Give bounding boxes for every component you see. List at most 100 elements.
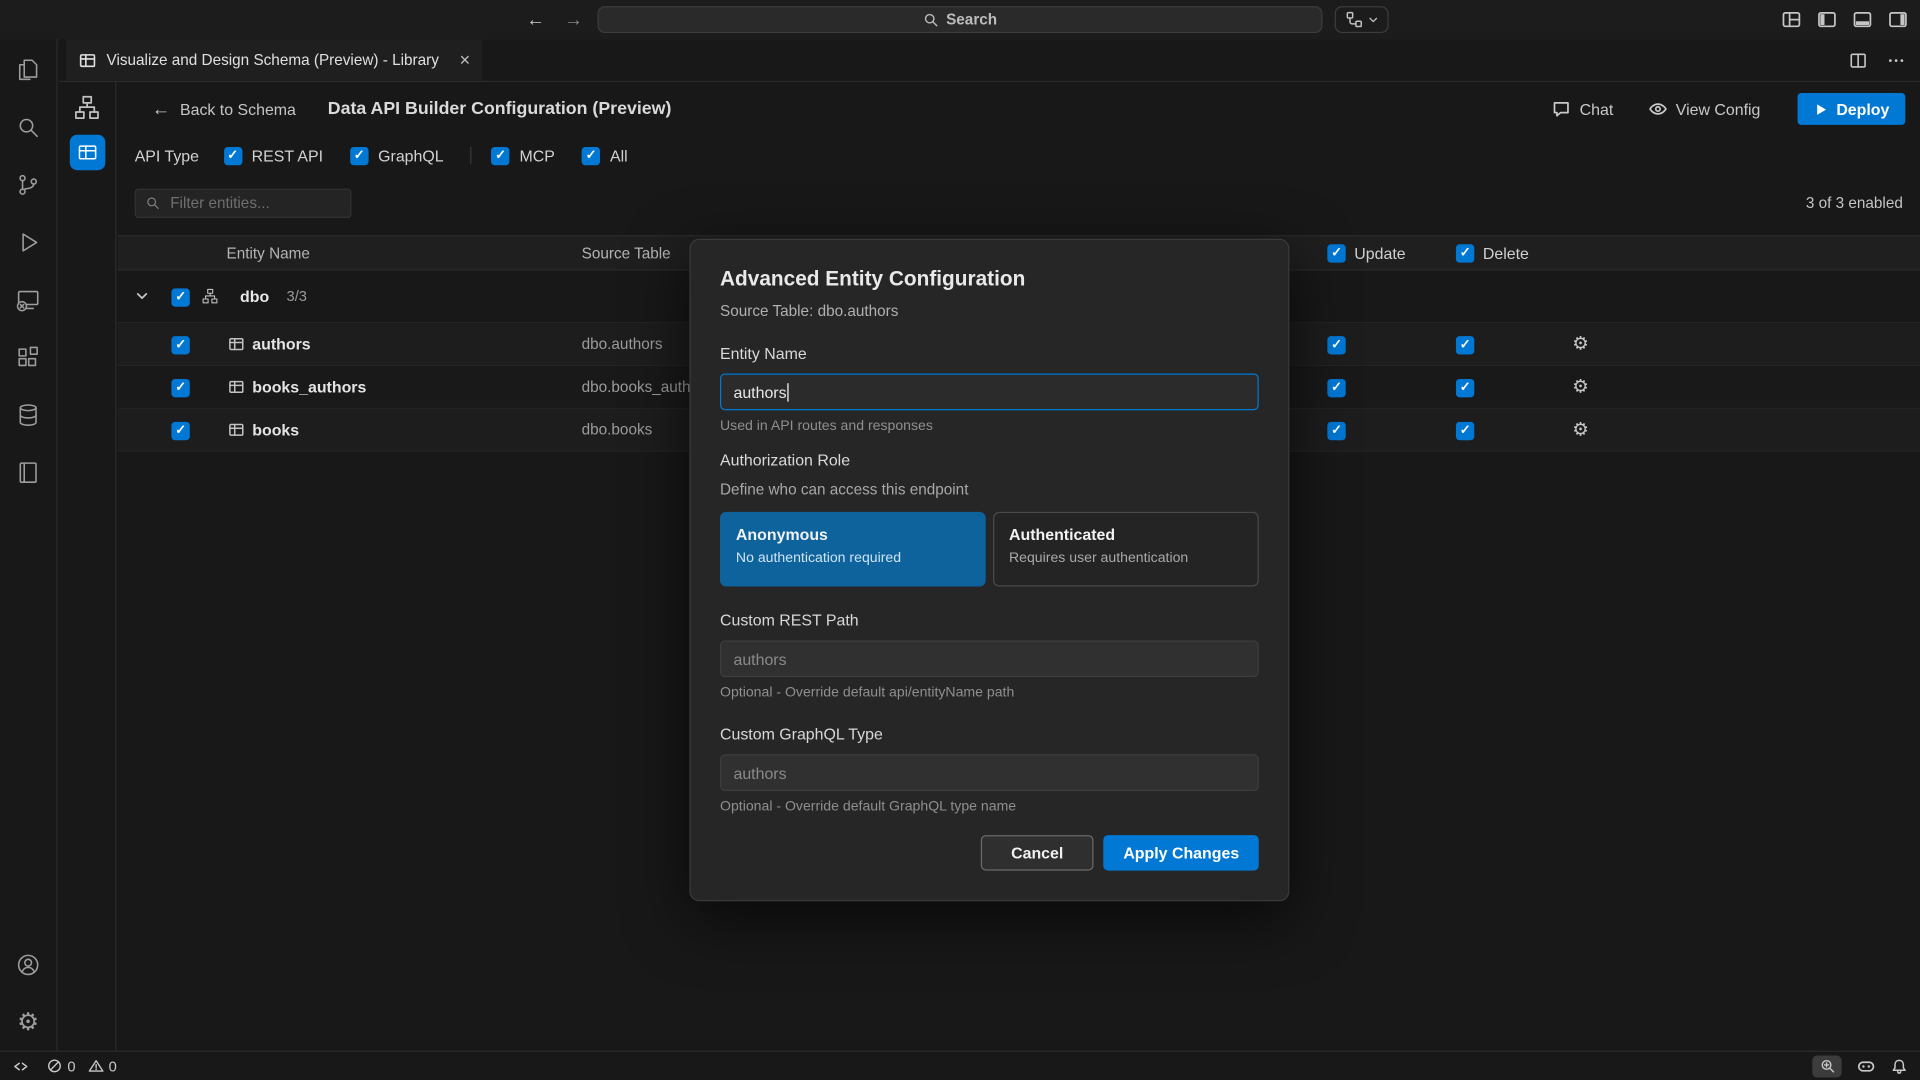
status-bar: 0 0 [0, 1051, 1920, 1080]
filter-mcp[interactable]: MCP [491, 146, 555, 164]
schema-tab-icon [78, 51, 96, 69]
toggle-sidebar-right-icon[interactable] [1888, 10, 1908, 30]
group-name: dbo [240, 287, 269, 305]
api-type-label: API Type [135, 146, 199, 164]
customize-layout-icon[interactable] [1782, 10, 1802, 30]
remote-explorer-icon[interactable] [0, 271, 57, 329]
delete-header-label: Delete [1483, 244, 1529, 262]
command-center-search[interactable]: Search [598, 6, 1323, 33]
group-count: 3/3 [287, 288, 307, 305]
close-icon[interactable]: × [459, 51, 470, 69]
enabled-summary: 3 of 3 enabled [1806, 195, 1920, 212]
entity-settings-gear-icon[interactable]: ⚙ [1572, 335, 1588, 353]
option-subtitle: Requires user authentication [1009, 551, 1243, 566]
notebook-icon[interactable] [0, 443, 57, 501]
entity-name-input[interactable]: authors [720, 373, 1259, 410]
remote-indicator-icon[interactable] [12, 1057, 29, 1074]
toggle-sidebar-left-icon[interactable] [1817, 10, 1837, 30]
dialog-actions: Cancel Apply Changes [720, 835, 1259, 871]
more-actions-icon[interactable] [1887, 51, 1905, 69]
dialog-title: Advanced Entity Configuration [720, 267, 1259, 291]
warnings-count: 0 [109, 1057, 117, 1074]
filter-all[interactable]: All [582, 146, 628, 164]
option-subtitle: No authentication required [736, 551, 970, 566]
tab-visualize-schema[interactable]: Visualize and Design Schema (Preview) - … [66, 39, 482, 81]
col-update: Update [1327, 244, 1405, 262]
update-checkbox[interactable] [1327, 336, 1345, 354]
entity-name-value: authors [733, 383, 786, 401]
view-config-button[interactable]: View Config [1648, 99, 1761, 119]
delete-checkbox[interactable] [1456, 336, 1474, 354]
bell-icon[interactable] [1891, 1057, 1908, 1074]
authorization-role-description: Define who can access this endpoint [720, 481, 1259, 498]
update-all-checkbox[interactable] [1327, 244, 1345, 262]
deploy-label: Deploy [1836, 100, 1889, 118]
row-checkbox[interactable] [171, 336, 189, 354]
errors-icon [47, 1058, 63, 1074]
row-checkbox[interactable] [171, 422, 189, 440]
cancel-button[interactable]: Cancel [980, 835, 1093, 871]
rest-path-input[interactable] [720, 640, 1259, 677]
toggle-panel-icon[interactable] [1853, 10, 1873, 30]
deploy-button[interactable]: Deploy [1797, 93, 1905, 125]
table-icon [228, 421, 245, 438]
errors-count: 0 [67, 1057, 75, 1074]
chat-button[interactable]: Chat [1551, 99, 1613, 119]
schema-hierarchy-icon[interactable] [72, 93, 101, 122]
auth-option-anonymous[interactable]: Anonymous No authentication required [720, 512, 986, 587]
back-to-schema-link[interactable]: ← Back to Schema [152, 99, 296, 120]
search-sidebar-icon[interactable] [0, 98, 57, 156]
explorer-icon[interactable] [0, 40, 57, 98]
settings-gear-icon[interactable]: ⚙ [0, 993, 57, 1051]
account-icon[interactable] [0, 936, 57, 994]
entity-settings-gear-icon[interactable]: ⚙ [1572, 421, 1588, 439]
activity-bar-bottom: ⚙ [0, 936, 57, 1051]
problems-indicator[interactable]: 0 0 [47, 1057, 117, 1074]
all-checkbox[interactable] [582, 146, 600, 164]
update-checkbox[interactable] [1327, 379, 1345, 397]
entity-name: books [252, 421, 299, 439]
row-checkbox[interactable] [171, 379, 189, 397]
rest-api-checkbox[interactable] [223, 146, 241, 164]
col-source-table: Source Table [582, 244, 671, 261]
graphql-type-input[interactable] [720, 754, 1259, 791]
database-icon[interactable] [0, 386, 57, 444]
delete-all-checkbox[interactable] [1456, 244, 1474, 262]
mcp-label: MCP [520, 146, 555, 164]
table-designer-icon[interactable] [69, 135, 105, 171]
graphql-label: GraphQL [378, 146, 443, 164]
vscode-window: ← → Search [0, 0, 1920, 1080]
session-dropdown[interactable] [1335, 6, 1389, 33]
entity-filter-input[interactable] [168, 193, 341, 213]
zoom-button[interactable] [1812, 1055, 1841, 1077]
split-editor-icon[interactable] [1849, 51, 1867, 69]
col-entity-name: Entity Name [227, 244, 310, 261]
play-icon [1813, 101, 1828, 117]
filter-graphql[interactable]: GraphQL [350, 146, 444, 164]
extensions-icon[interactable] [0, 328, 57, 386]
run-debug-icon[interactable] [0, 213, 57, 271]
all-label: All [610, 146, 628, 164]
layout-controls [1782, 0, 1908, 39]
update-checkbox[interactable] [1327, 422, 1345, 440]
back-arrow-icon[interactable]: ← [527, 9, 545, 30]
forward-arrow-icon[interactable]: → [564, 9, 582, 30]
entity-filter-box[interactable] [135, 189, 352, 218]
graphql-checkbox[interactable] [350, 146, 368, 164]
text-caret [788, 383, 789, 401]
filter-rest-api[interactable]: REST API [223, 146, 323, 164]
mcp-checkbox[interactable] [491, 146, 509, 164]
delete-checkbox[interactable] [1456, 379, 1474, 397]
apply-changes-button[interactable]: Apply Changes [1104, 835, 1259, 871]
entity-search-row: 3 of 3 enabled [118, 189, 1920, 218]
chevron-down-icon[interactable] [135, 289, 150, 304]
source-control-icon[interactable] [0, 156, 57, 214]
delete-checkbox[interactable] [1456, 422, 1474, 440]
group-checkbox[interactable] [171, 288, 189, 306]
copilot-icon[interactable] [1856, 1056, 1876, 1076]
entity-name: authors [252, 335, 310, 353]
entity-settings-gear-icon[interactable]: ⚙ [1572, 378, 1588, 396]
col-delete: Delete [1456, 244, 1529, 262]
eye-icon [1648, 99, 1668, 119]
auth-option-authenticated[interactable]: Authenticated Requires user authenticati… [993, 512, 1259, 587]
